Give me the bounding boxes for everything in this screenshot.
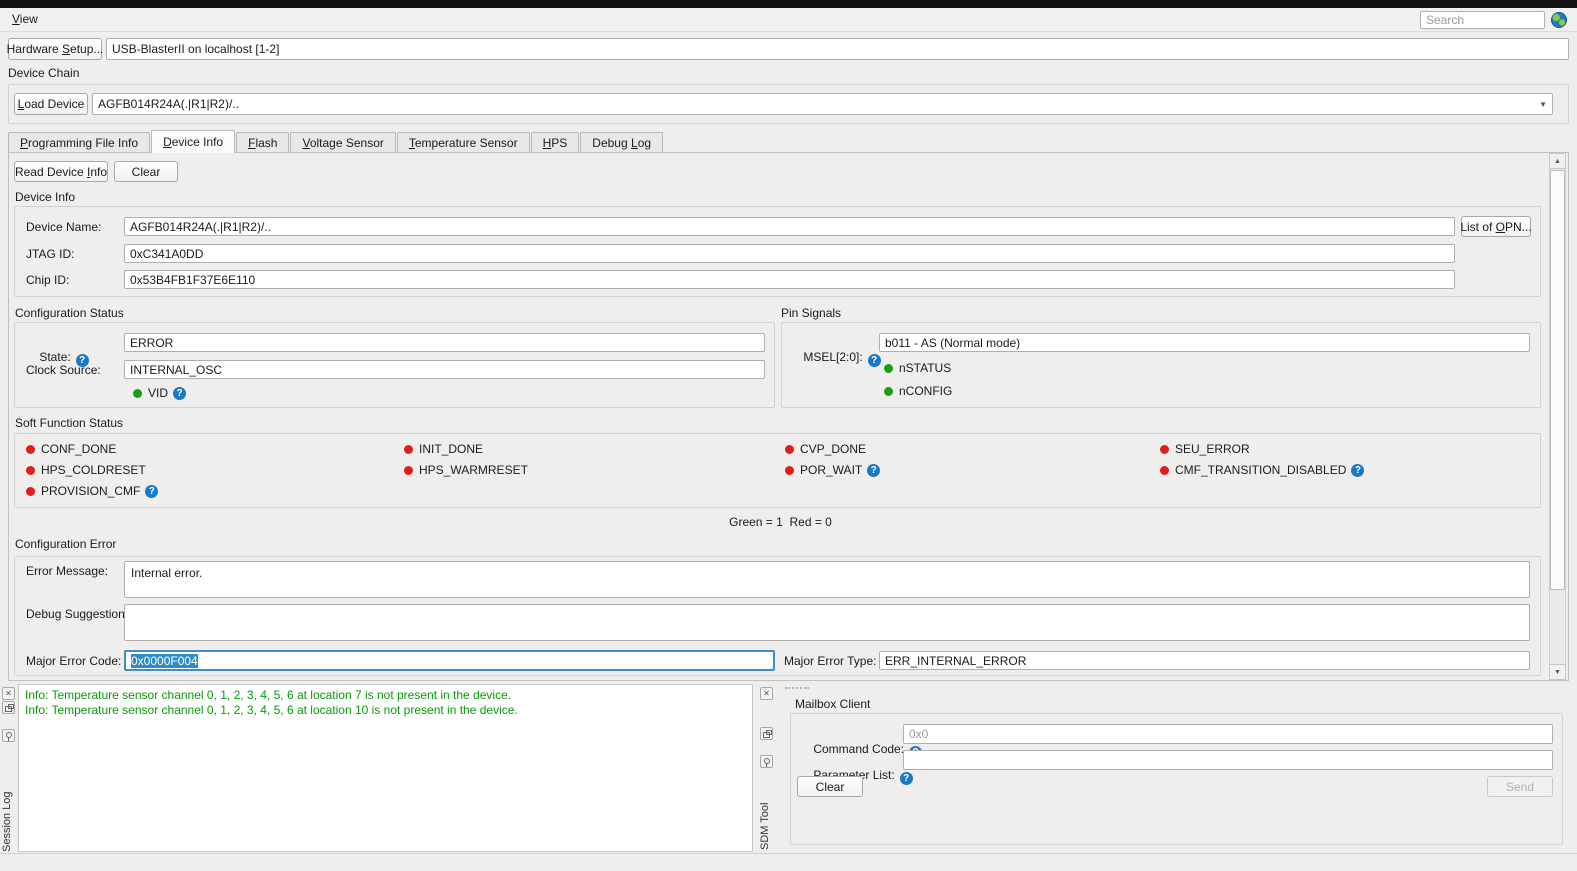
configuration-status-title: Configuration Status — [15, 306, 124, 320]
search-input[interactable] — [1420, 11, 1545, 29]
green-dot-icon — [133, 388, 142, 398]
scroll-down-arrow[interactable]: ▼ — [1549, 664, 1566, 680]
log-message: Info: Temperature sensor channel 0, 1, 2… — [25, 688, 512, 702]
nstatus-signal: nSTATUS — [884, 361, 951, 375]
command-code-input[interactable] — [903, 724, 1553, 744]
log-message: Info: Temperature sensor channel 0, 1, 2… — [25, 703, 518, 717]
red-dot-icon — [26, 486, 35, 496]
selected-text: 0x0000F004 — [131, 653, 198, 668]
status-init-done: INIT_DONE — [404, 442, 483, 456]
pin-signals-title: Pin Signals — [781, 306, 842, 320]
tab-temperature-sensor[interactable]: Temperature Sensor — [396, 132, 530, 153]
load-device-button[interactable]: Load Device — [14, 93, 88, 115]
clock-source-field[interactable]: INTERNAL_OSC — [124, 360, 765, 379]
dock-resize-handle[interactable] — [785, 687, 809, 689]
tab-hps[interactable]: HPS — [530, 132, 580, 153]
debug-suggestion-label: Debug Suggestion: — [26, 607, 129, 621]
help-icon[interactable]: ? — [867, 354, 881, 367]
green-dot-icon — [884, 363, 893, 373]
read-device-info-button[interactable]: Read Device Info — [14, 161, 108, 182]
session-log-pin-icon[interactable] — [2, 729, 15, 742]
tab-bar: Programming File Info Device Info Flash … — [8, 130, 664, 153]
help-icon[interactable]: ? — [145, 484, 159, 498]
status-hps-warmreset: HPS_WARMRESET — [404, 463, 528, 477]
status-seu-error: SEU_ERROR — [1160, 442, 1250, 456]
window-top-bar — [0, 0, 1577, 8]
help-icon[interactable]: ? — [899, 772, 913, 785]
configuration-error-title: Configuration Error — [15, 537, 117, 551]
status-conf-done: CONF_DONE — [26, 442, 116, 456]
jtag-id-field[interactable]: 0xC341A0DD — [124, 244, 1455, 263]
menu-bar: View — [0, 8, 1577, 32]
help-icon[interactable]: ? — [1351, 463, 1365, 477]
help-icon[interactable]: ? — [867, 463, 881, 477]
app-window: View Hardware Setup... USB-BlasterII on … — [0, 0, 1577, 871]
sdm-tool-close-icon[interactable]: ✕ — [760, 687, 773, 700]
error-message-label: Error Message: — [26, 564, 109, 578]
help-icon[interactable]: ? — [173, 386, 187, 400]
mailbox-clear-button[interactable]: Clear — [797, 776, 863, 797]
state-field[interactable]: ERROR — [124, 333, 765, 352]
red-dot-icon — [404, 465, 413, 475]
jtag-id-label: JTAG ID: — [26, 247, 75, 261]
sdm-tool-float-icon[interactable] — [760, 727, 773, 740]
status-cmf-transition-disabled: CMF_TRANSITION_DISABLED ? — [1160, 463, 1365, 477]
soft-function-status-title: Soft Function Status — [15, 416, 124, 430]
session-log-dock-title: Session Log — [1, 791, 13, 852]
globe-help-icon[interactable] — [1551, 12, 1567, 28]
major-error-type-label: Major Error Type: — [784, 654, 877, 668]
device-info-title: Device Info — [15, 190, 76, 204]
red-dot-icon — [404, 444, 413, 454]
status-por-wait: POR_WAIT ? — [785, 463, 881, 477]
device-name-field[interactable]: AGFB014R24A(.|R1|R2)/.. — [124, 217, 1455, 236]
device-chain-label: Device Chain — [8, 66, 80, 80]
green-dot-icon — [884, 386, 893, 396]
msel-label: MSEL[2:0]:? — [790, 336, 881, 381]
chip-id-label: Chip ID: — [26, 273, 70, 287]
session-log-close-icon[interactable]: ✕ — [2, 687, 15, 700]
red-dot-icon — [785, 444, 794, 454]
device-name-label: Device Name: — [26, 220, 102, 234]
chevron-down-icon: ▼ — [1539, 99, 1547, 109]
mailbox-client-title: Mailbox Client — [795, 697, 871, 711]
hardware-setup-button[interactable]: Hardware Setup... — [7, 38, 103, 60]
status-provision-cmf: PROVISION_CMF ? — [26, 484, 159, 498]
red-dot-icon — [1160, 465, 1169, 475]
sdm-tool-dock-title: SDM Tool — [759, 802, 771, 850]
tab-device-info[interactable]: Device Info — [151, 130, 236, 153]
status-hps-coldreset: HPS_COLDRESET — [26, 463, 146, 477]
sdm-tool-pin-icon[interactable] — [760, 755, 773, 768]
status-cvp-done: CVP_DONE — [785, 442, 866, 456]
menu-view[interactable]: View — [2, 8, 48, 30]
major-error-code-label: Major Error Code: — [26, 654, 122, 668]
session-log-pane[interactable]: Info: Temperature sensor channel 0, 1, 2… — [18, 684, 753, 852]
hardware-connection-field[interactable]: USB-BlasterII on localhost [1-2] — [106, 38, 1569, 60]
red-dot-icon — [26, 465, 35, 475]
msel-field[interactable]: b011 - AS (Normal mode) — [879, 333, 1530, 352]
major-error-code-field[interactable]: 0x0000F004 — [124, 650, 775, 671]
error-message-textarea[interactable]: Internal error. — [124, 561, 1530, 598]
list-of-opn-button[interactable]: List of OPN... — [1460, 216, 1532, 237]
chip-id-field[interactable]: 0x53B4FB1F37E6E110 — [124, 270, 1455, 289]
session-log-float-icon[interactable] — [2, 701, 15, 714]
red-dot-icon — [785, 465, 794, 475]
debug-suggestion-textarea[interactable] — [124, 604, 1530, 641]
vid-status: VID ? — [133, 386, 187, 400]
scroll-up-arrow[interactable]: ▲ — [1549, 153, 1566, 169]
device-chain-combo[interactable]: AGFB014R24A(.|R1|R2)/.. ▼ — [92, 93, 1553, 115]
mailbox-send-button[interactable]: Send — [1487, 776, 1553, 797]
tab-flash[interactable]: Flash — [236, 132, 290, 153]
parameter-list-input[interactable] — [903, 750, 1553, 770]
legend-text: Green = 1 Red = 0 — [729, 515, 832, 529]
clear-button[interactable]: Clear — [114, 161, 178, 182]
tab-debug-log[interactable]: Debug Log — [580, 132, 664, 153]
clock-source-label: Clock Source: — [26, 363, 101, 377]
major-error-type-field[interactable]: ERR_INTERNAL_ERROR — [879, 651, 1530, 670]
tab-programming-file-info[interactable]: Programming File Info — [8, 132, 151, 153]
status-bar — [0, 853, 1577, 871]
red-dot-icon — [1160, 444, 1169, 454]
nconfig-signal: nCONFIG — [884, 384, 952, 398]
red-dot-icon — [26, 444, 35, 454]
tab-voltage-sensor[interactable]: Voltage Sensor — [290, 132, 396, 153]
